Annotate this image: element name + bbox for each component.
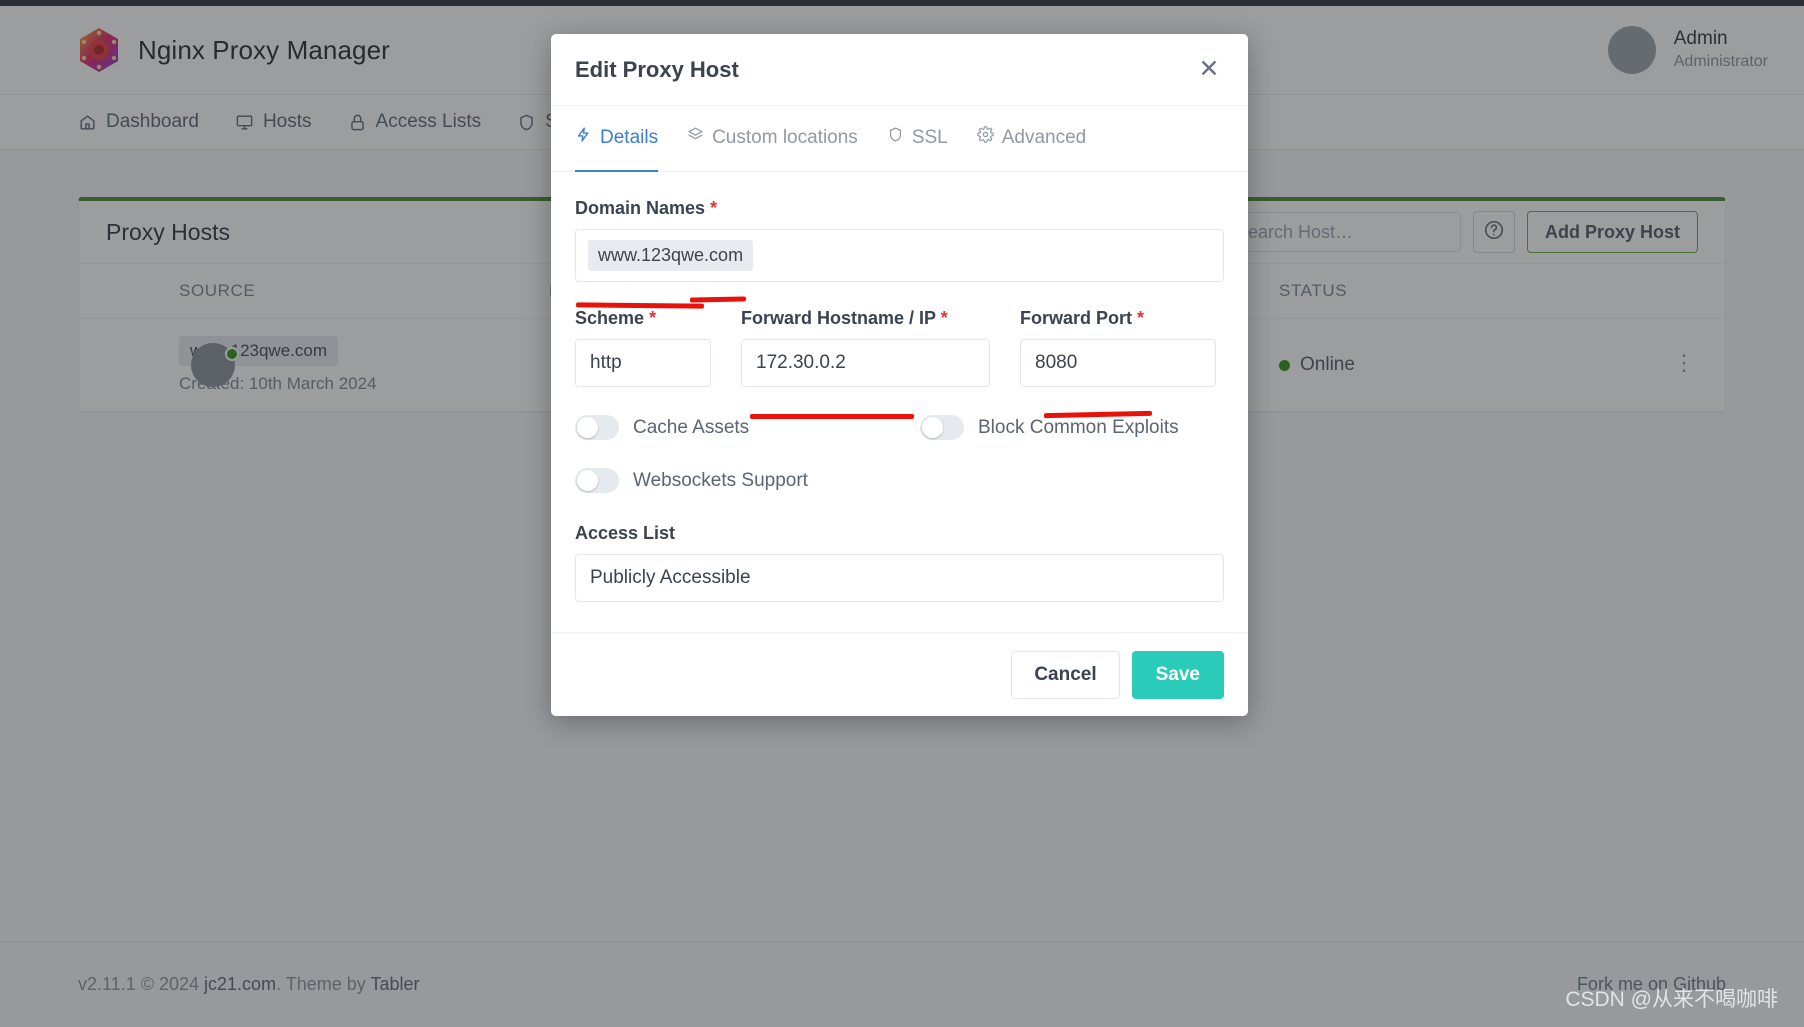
bolt-icon xyxy=(575,126,592,149)
required-mark: * xyxy=(940,308,948,328)
forward-hostname-label: Forward Hostname / IP * xyxy=(741,308,990,329)
watermark: CSDN @从来不喝咖啡 xyxy=(1565,988,1778,1011)
cache-assets-toggle[interactable] xyxy=(575,415,619,440)
gear-icon xyxy=(976,126,994,149)
tab-advanced[interactable]: Advanced xyxy=(976,106,1087,172)
required-mark: * xyxy=(1137,308,1145,328)
tab-label: SSL xyxy=(911,126,948,148)
forward-port-label: Forward Port * xyxy=(1020,308,1216,329)
tab-custom-locations[interactable]: Custom locations xyxy=(687,106,858,172)
label-text: Scheme xyxy=(575,308,645,328)
websockets-support-toggle[interactable] xyxy=(575,468,619,493)
domain-names-label: Domain Names * xyxy=(575,198,1224,219)
layers-icon xyxy=(687,126,704,149)
required-mark: * xyxy=(649,308,657,328)
forward-port-group: Forward Port * 8080 xyxy=(1020,308,1216,387)
scheme-label: Scheme * xyxy=(575,308,711,329)
toggle-row-1: Cache Assets Block Common Exploits xyxy=(575,415,1224,440)
forward-hostname-input[interactable]: 172.30.0.2 xyxy=(741,339,990,387)
modal-title: Edit Proxy Host xyxy=(575,56,739,82)
tab-label: Advanced xyxy=(1001,126,1087,148)
access-list-label: Access List xyxy=(575,523,676,543)
toggle-row-2: Websockets Support xyxy=(575,468,1224,493)
forward-port-input[interactable]: 8080 xyxy=(1020,339,1216,387)
tab-label: Custom locations xyxy=(712,126,858,148)
cache-assets-label: Cache Assets xyxy=(633,416,750,438)
domain-token[interactable]: www.123qwe.com xyxy=(588,240,754,271)
required-mark: * xyxy=(710,198,718,218)
label-text: Forward Port xyxy=(1020,308,1133,328)
modal-footer: Cancel Save xyxy=(551,632,1248,716)
block-exploits-toggle-group: Block Common Exploits xyxy=(920,415,1179,440)
modal-tabs: Details Custom locations SSL Advanced xyxy=(551,106,1248,172)
block-common-exploits-label: Block Common Exploits xyxy=(978,416,1179,438)
access-list-select[interactable]: Publicly Accessible xyxy=(575,554,1224,602)
tab-ssl[interactable]: SSL xyxy=(887,106,948,172)
label-text: Domain Names xyxy=(575,198,706,218)
forward-host-group: Forward Hostname / IP * 172.30.0.2 xyxy=(741,308,990,387)
cancel-button[interactable]: Cancel xyxy=(1011,650,1120,699)
label-text: Forward Hostname / IP xyxy=(741,308,936,328)
websockets-support-label: Websockets Support xyxy=(633,469,808,491)
close-icon[interactable]: ✕ xyxy=(1194,55,1224,85)
edit-proxy-host-modal: Edit Proxy Host ✕ Details Custom locatio… xyxy=(551,34,1248,716)
block-common-exploits-toggle[interactable] xyxy=(920,415,964,440)
scheme-group: Scheme * http xyxy=(575,308,711,387)
websockets-toggle-group: Websockets Support xyxy=(575,468,808,493)
cache-assets-toggle-group: Cache Assets xyxy=(575,415,920,440)
tab-details[interactable]: Details xyxy=(575,106,659,172)
scheme-select[interactable]: http xyxy=(575,339,711,387)
modal-header: Edit Proxy Host ✕ xyxy=(551,34,1248,106)
shield-icon xyxy=(887,126,904,149)
domain-names-input[interactable]: www.123qwe.com xyxy=(575,229,1224,282)
connection-fields: Scheme * http Forward Hostname / IP * 17… xyxy=(575,308,1224,387)
save-button[interactable]: Save xyxy=(1131,650,1224,699)
modal-body: Domain Names * www.123qwe.com Scheme * h… xyxy=(551,172,1248,632)
tab-label: Details xyxy=(600,126,659,148)
